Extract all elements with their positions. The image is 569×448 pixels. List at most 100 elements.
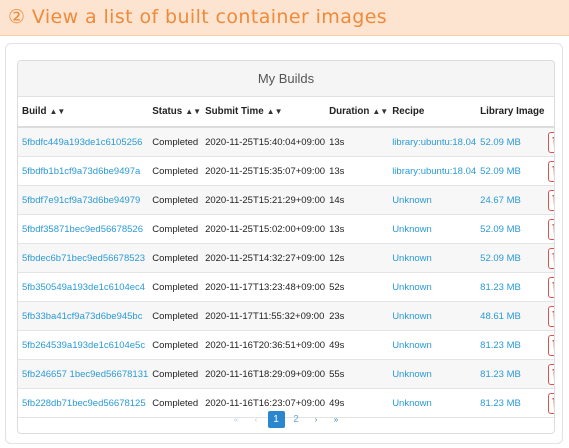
build-id-link[interactable]: 5fb33ba41cf9a73d6be945bc <box>22 311 142 322</box>
step-marker: ② <box>8 6 26 28</box>
recipe-link[interactable]: library:ubuntu:18.04 <box>392 137 476 148</box>
build-id-link[interactable]: 5fbdfb1b1cf9a73d6be9497a <box>22 166 140 177</box>
trash-icon <box>552 397 554 402</box>
submit-time-text: 2020-11-25T15:35:07+09:00 <box>205 165 326 177</box>
build-id-link[interactable]: 5fbdf7e91cf9a73d6be94979 <box>22 195 140 206</box>
library-image-link[interactable]: 81.23 MB <box>480 340 521 351</box>
trash-icon <box>552 339 554 344</box>
duration-text: 13s <box>329 136 345 148</box>
library-image-link[interactable]: 24.67 MB <box>480 195 521 206</box>
trash-icon <box>552 165 554 170</box>
library-image-link[interactable]: 48.61 MB <box>480 311 521 322</box>
delete-button[interactable] <box>548 131 554 153</box>
table-row: 5fbdf7e91cf9a73d6be94979 Completed 2020-… <box>18 185 554 215</box>
status-text: Completed <box>152 165 199 177</box>
next-page-button[interactable]: › <box>308 411 325 428</box>
submit-time-text: 2020-11-25T15:02:00+09:00 <box>205 223 326 235</box>
sort-icon[interactable]: ▲▼ <box>50 107 66 116</box>
build-id-link[interactable]: 5fbdec6b71bec9ed56678523 <box>22 253 145 264</box>
sort-icon[interactable]: ▲▼ <box>372 107 388 116</box>
library-image-link[interactable]: 81.23 MB <box>480 398 521 409</box>
library-image-link[interactable]: 81.23 MB <box>480 282 521 293</box>
duration-text: 13s <box>329 165 345 177</box>
recipe-link[interactable]: Unknown <box>392 311 432 322</box>
duration-text: 55s <box>329 368 345 380</box>
trash-icon <box>552 194 554 199</box>
trash-icon <box>552 136 554 141</box>
col-duration[interactable]: Duration ▲▼ <box>325 97 389 128</box>
sort-icon[interactable]: ▲▼ <box>185 107 201 116</box>
duration-text: 49s <box>329 339 345 351</box>
status-text: Completed <box>152 194 199 206</box>
delete-button[interactable] <box>548 305 554 327</box>
table-row: 5fb264539a193de1c6104e5c Completed 2020-… <box>18 330 554 360</box>
col-build[interactable]: Build ▲▼ <box>18 97 149 128</box>
recipe-link[interactable]: Unknown <box>392 398 432 409</box>
build-id-link[interactable]: 5fb350549a193de1c6104ec4 <box>22 282 145 293</box>
build-id-link[interactable]: 5fbdfc449a193de1c6105256 <box>22 137 142 148</box>
status-text: Completed <box>152 136 199 148</box>
last-page-button[interactable]: » <box>328 411 345 428</box>
submit-time-text: 2020-11-25T15:40:04+09:00 <box>205 136 326 148</box>
submit-time-text: 2020-11-25T14:32:27+09:00 <box>205 252 326 264</box>
library-image-link[interactable]: 52.09 MB <box>480 224 521 235</box>
page-1-button[interactable]: 1 <box>267 411 285 428</box>
table-row: 5fbdfb1b1cf9a73d6be9497a Completed 2020-… <box>18 156 554 186</box>
delete-button[interactable] <box>548 218 554 240</box>
duration-text: 12s <box>329 252 345 264</box>
delete-button[interactable] <box>548 363 554 385</box>
table-row: 5fbdec6b71bec9ed56678523 Completed 2020-… <box>18 243 554 273</box>
col-status[interactable]: Status ▲▼ <box>148 97 202 128</box>
status-text: Completed <box>152 397 199 409</box>
sort-icon[interactable]: ▲▼ <box>267 107 283 116</box>
table-row: 5fbdfc449a193de1c6105256 Completed 2020-… <box>18 127 554 157</box>
col-recipe: Recipe <box>388 97 477 128</box>
page-2-button[interactable]: 2 <box>288 411 305 428</box>
build-id-link[interactable]: 5fb264539a193de1c6104e5c <box>22 340 145 351</box>
submit-time-text: 2020-11-16T18:29:09+09:00 <box>205 368 326 380</box>
pagination: « ‹ 1 2 › » <box>18 411 554 428</box>
trash-icon <box>552 223 554 228</box>
duration-text: 52s <box>329 281 345 293</box>
delete-button[interactable] <box>548 247 554 269</box>
library-image-link[interactable]: 52.09 MB <box>480 166 521 177</box>
caption-label: View a list of built container images <box>31 6 388 28</box>
delete-button[interactable] <box>548 334 554 356</box>
caption-banner: ② View a list of built container images <box>0 0 569 36</box>
recipe-link[interactable]: Unknown <box>392 253 432 264</box>
delete-button[interactable] <box>548 276 554 298</box>
submit-time-text: 2020-11-17T11:55:32+09:00 <box>205 310 325 322</box>
build-id-link[interactable]: 5fb228db71bec9ed56678125 <box>22 398 146 409</box>
recipe-link[interactable]: Unknown <box>392 195 432 206</box>
build-id-link[interactable]: 5fb246657 1bec9ed56678131 <box>22 369 148 380</box>
recipe-link[interactable]: Unknown <box>392 369 432 380</box>
col-library-image: Library Image <box>476 97 545 128</box>
builds-table: Build ▲▼ Status ▲▼ Submit Time ▲▼ Duration ▲… <box>18 97 554 418</box>
submit-time-text: 2020-11-16T16:23:07+09:00 <box>205 397 326 409</box>
prev-page-button[interactable]: ‹ <box>248 411 265 428</box>
build-id-link[interactable]: 5fbdf35871bec9ed56678526 <box>22 224 143 235</box>
trash-icon <box>552 310 554 315</box>
library-image-link[interactable]: 52.09 MB <box>480 253 521 264</box>
submit-time-text: 2020-11-17T13:23:48+09:00 <box>205 281 326 293</box>
submit-time-text: 2020-11-16T20:36:51+09:00 <box>205 339 326 351</box>
status-text: Completed <box>152 339 199 351</box>
recipe-link[interactable]: Unknown <box>392 282 432 293</box>
delete-button[interactable] <box>548 160 554 182</box>
recipe-link[interactable]: Unknown <box>392 224 432 235</box>
library-image-link[interactable]: 81.23 MB <box>480 369 521 380</box>
first-page-button[interactable]: « <box>228 411 245 428</box>
status-text: Completed <box>152 368 199 380</box>
table-body: 5fbdfc449a193de1c6105256 Completed 2020-… <box>18 127 554 418</box>
panel-title: My Builds <box>18 61 554 97</box>
delete-button[interactable] <box>548 189 554 211</box>
recipe-link[interactable]: library:ubuntu:18.04 <box>392 166 476 177</box>
submit-time-text: 2020-11-25T15:21:29+09:00 <box>205 194 326 206</box>
status-text: Completed <box>152 281 199 293</box>
status-text: Completed <box>152 223 199 235</box>
trash-icon <box>552 252 554 257</box>
library-image-link[interactable]: 52.09 MB <box>480 137 521 148</box>
col-actions <box>544 97 554 128</box>
col-submit-time[interactable]: Submit Time ▲▼ <box>201 97 326 128</box>
recipe-link[interactable]: Unknown <box>392 340 432 351</box>
